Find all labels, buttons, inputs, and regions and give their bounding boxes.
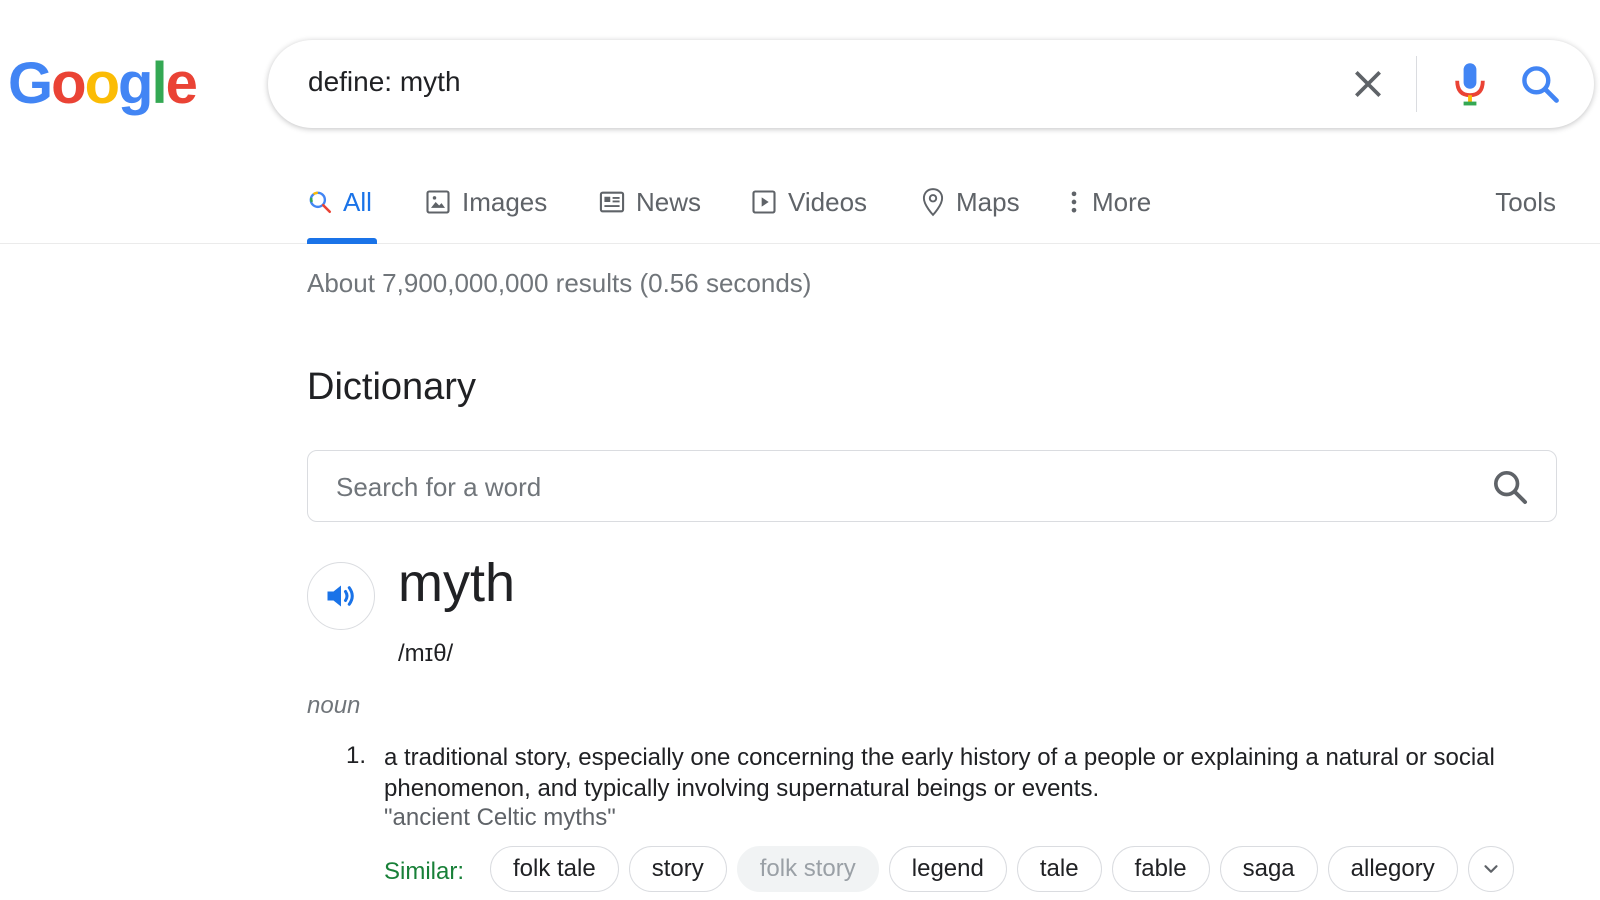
tab-label: News	[636, 186, 702, 217]
definition-number: 1.	[346, 742, 367, 769]
logo-letter: g	[118, 51, 153, 116]
tab-label: All	[343, 186, 372, 217]
tab-videos[interactable]: Videos	[750, 182, 867, 222]
search-icon[interactable]	[1490, 467, 1530, 507]
tab-label: More	[1092, 186, 1152, 217]
newspaper-icon	[599, 191, 625, 213]
similar-label: Similar:	[384, 858, 465, 885]
more-vert-icon	[1071, 191, 1077, 213]
pronunciation-audio-button[interactable]	[307, 562, 375, 630]
google-logo[interactable]: Google	[8, 50, 198, 117]
tab-all[interactable]: All	[307, 182, 372, 222]
active-tab-indicator	[307, 238, 377, 244]
search-bar[interactable]: define: myth	[268, 40, 1594, 128]
usage-example: "ancient Celtic myths"	[384, 804, 616, 831]
phonetic-spelling: /mɪθ/	[398, 640, 454, 667]
logo-letter: o	[84, 51, 120, 116]
similar-chip[interactable]: story	[628, 846, 727, 892]
search-icon[interactable]	[1518, 62, 1562, 106]
logo-letter: o	[51, 51, 86, 116]
part-of-speech: noun	[307, 692, 361, 719]
definition-text: a traditional story, especially one conc…	[384, 744, 1495, 802]
play-icon	[752, 190, 776, 214]
similar-chip[interactable]: tale	[1016, 846, 1102, 892]
search-tabs: All Images News Videos Maps More Tools	[0, 160, 1600, 244]
logo-letter: e	[165, 51, 198, 116]
chevron-down-icon	[1484, 865, 1498, 873]
similar-words: folk tale story folk story legend tale f…	[490, 846, 1514, 892]
result-stats: About 7,900,000,000 results (0.56 second…	[307, 268, 812, 298]
map-pin-icon	[922, 188, 944, 217]
search-divider	[1416, 56, 1417, 112]
tab-news[interactable]: News	[598, 182, 701, 222]
dictionary-search-input[interactable]	[336, 465, 1436, 509]
search-input[interactable]: define: myth	[308, 66, 461, 98]
similar-chip[interactable]: saga	[1219, 846, 1318, 892]
expand-similar-button[interactable]	[1467, 846, 1514, 892]
tab-label: Images	[462, 186, 548, 217]
dictionary-title: Dictionary	[307, 366, 476, 408]
microphone-icon[interactable]	[1450, 60, 1490, 108]
similar-chip[interactable]: folk tale	[490, 846, 619, 892]
tab-images[interactable]: Images	[424, 182, 547, 222]
dictionary-search	[307, 450, 1557, 522]
headword: myth	[398, 553, 516, 613]
similar-chip[interactable]: allegory	[1327, 846, 1458, 892]
tab-maps[interactable]: Maps	[920, 182, 1020, 222]
similar-chip[interactable]: folk story	[736, 846, 879, 892]
speaker-icon	[327, 585, 354, 607]
similar-chip[interactable]: fable	[1111, 846, 1210, 892]
tab-more[interactable]: More	[1066, 182, 1151, 222]
logo-letter: G	[8, 51, 53, 116]
tab-label: Maps	[956, 186, 1020, 217]
tab-label: Videos	[788, 186, 868, 217]
image-icon	[426, 190, 450, 214]
search-icon	[309, 191, 332, 214]
similar-chip[interactable]: legend	[888, 846, 1007, 892]
close-icon[interactable]	[1348, 64, 1388, 104]
logo-letter: l	[151, 51, 167, 116]
tools-button[interactable]: Tools	[1495, 182, 1556, 222]
